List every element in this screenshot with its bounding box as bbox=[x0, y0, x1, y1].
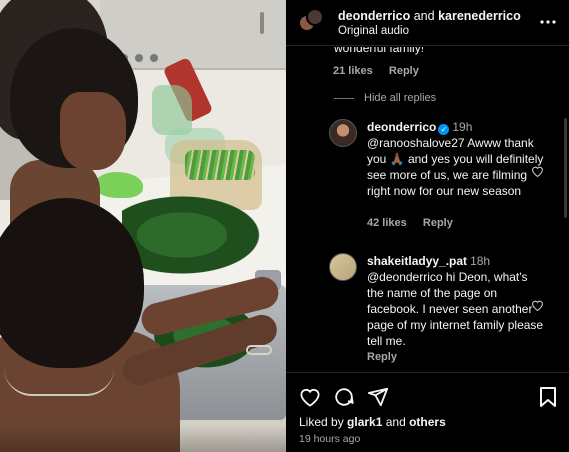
comment-text: @ranooshalove27 Awww thank you 🙏🏾 and ye… bbox=[367, 136, 544, 198]
collard-greens bbox=[122, 190, 272, 280]
comment-time: 19h bbox=[452, 120, 473, 134]
save-button[interactable] bbox=[536, 385, 560, 409]
reply-button[interactable]: Reply bbox=[367, 351, 397, 363]
likes-count[interactable]: 42 likes bbox=[367, 217, 407, 229]
reply-button[interactable]: Reply bbox=[389, 65, 419, 77]
heart-icon bbox=[532, 300, 543, 312]
post-media[interactable] bbox=[0, 0, 286, 452]
bookmark-icon bbox=[540, 387, 556, 407]
author-link[interactable]: karenederrico bbox=[438, 9, 521, 23]
likes-others-link[interactable]: others bbox=[409, 415, 446, 429]
comment-username[interactable]: shakeitladyy_.pat bbox=[367, 254, 467, 268]
post-actions: Liked by glark1 and others 19 hours ago bbox=[286, 372, 569, 452]
scrollbar[interactable] bbox=[564, 118, 567, 218]
necklace bbox=[4, 368, 114, 396]
comment-icon bbox=[335, 388, 354, 406]
like-button[interactable] bbox=[298, 385, 322, 409]
heart-icon bbox=[532, 166, 543, 178]
heart-icon bbox=[300, 388, 320, 407]
comment-meta: Reply bbox=[367, 351, 397, 363]
post-authors: deonderrico and karenederrico bbox=[338, 9, 521, 23]
comment-username[interactable]: deonderrico bbox=[367, 120, 436, 134]
comments-panel: deonderrico and karenederrico Original a… bbox=[286, 0, 569, 452]
comment-meta: 42 likes Reply bbox=[367, 217, 453, 229]
post-header: deonderrico and karenederrico Original a… bbox=[286, 0, 569, 46]
comments-list[interactable]: wonderful family! 21 likes Reply Hide al… bbox=[286, 47, 569, 371]
comment-text: @deonderrico hi Deon, what's the name of… bbox=[367, 270, 544, 348]
likes-count[interactable]: 21 likes bbox=[333, 65, 373, 77]
avatar[interactable] bbox=[329, 119, 357, 147]
green-beans bbox=[185, 150, 255, 180]
share-button[interactable] bbox=[366, 385, 390, 409]
comment-text: wonderful family! bbox=[334, 47, 425, 55]
post-timestamp: 19 hours ago bbox=[299, 433, 361, 445]
reply-button[interactable]: Reply bbox=[423, 217, 453, 229]
person-face bbox=[60, 92, 126, 170]
send-icon bbox=[367, 387, 389, 407]
comment-time: 18h bbox=[470, 254, 491, 268]
more-horizontal-icon bbox=[540, 20, 556, 24]
like-comment-button[interactable] bbox=[531, 299, 544, 314]
liker-username[interactable]: glark1 bbox=[347, 415, 382, 429]
author-link[interactable]: deonderrico bbox=[338, 9, 410, 23]
bracelet bbox=[246, 345, 272, 355]
verified-badge-icon: ✓ bbox=[438, 124, 450, 135]
lettuce bbox=[95, 172, 143, 198]
comment-meta: 21 likes Reply bbox=[333, 65, 419, 77]
person-head bbox=[0, 198, 144, 368]
likes-summary[interactable]: Liked by glark1 and others bbox=[299, 415, 446, 429]
more-options-button[interactable] bbox=[538, 12, 558, 32]
audio-label[interactable]: Original audio bbox=[338, 25, 409, 37]
avatar[interactable] bbox=[329, 253, 357, 281]
like-comment-button[interactable] bbox=[531, 165, 544, 180]
comment-button[interactable] bbox=[332, 385, 356, 409]
hide-replies-button[interactable]: Hide all replies bbox=[334, 92, 436, 104]
avatar[interactable] bbox=[298, 8, 324, 34]
